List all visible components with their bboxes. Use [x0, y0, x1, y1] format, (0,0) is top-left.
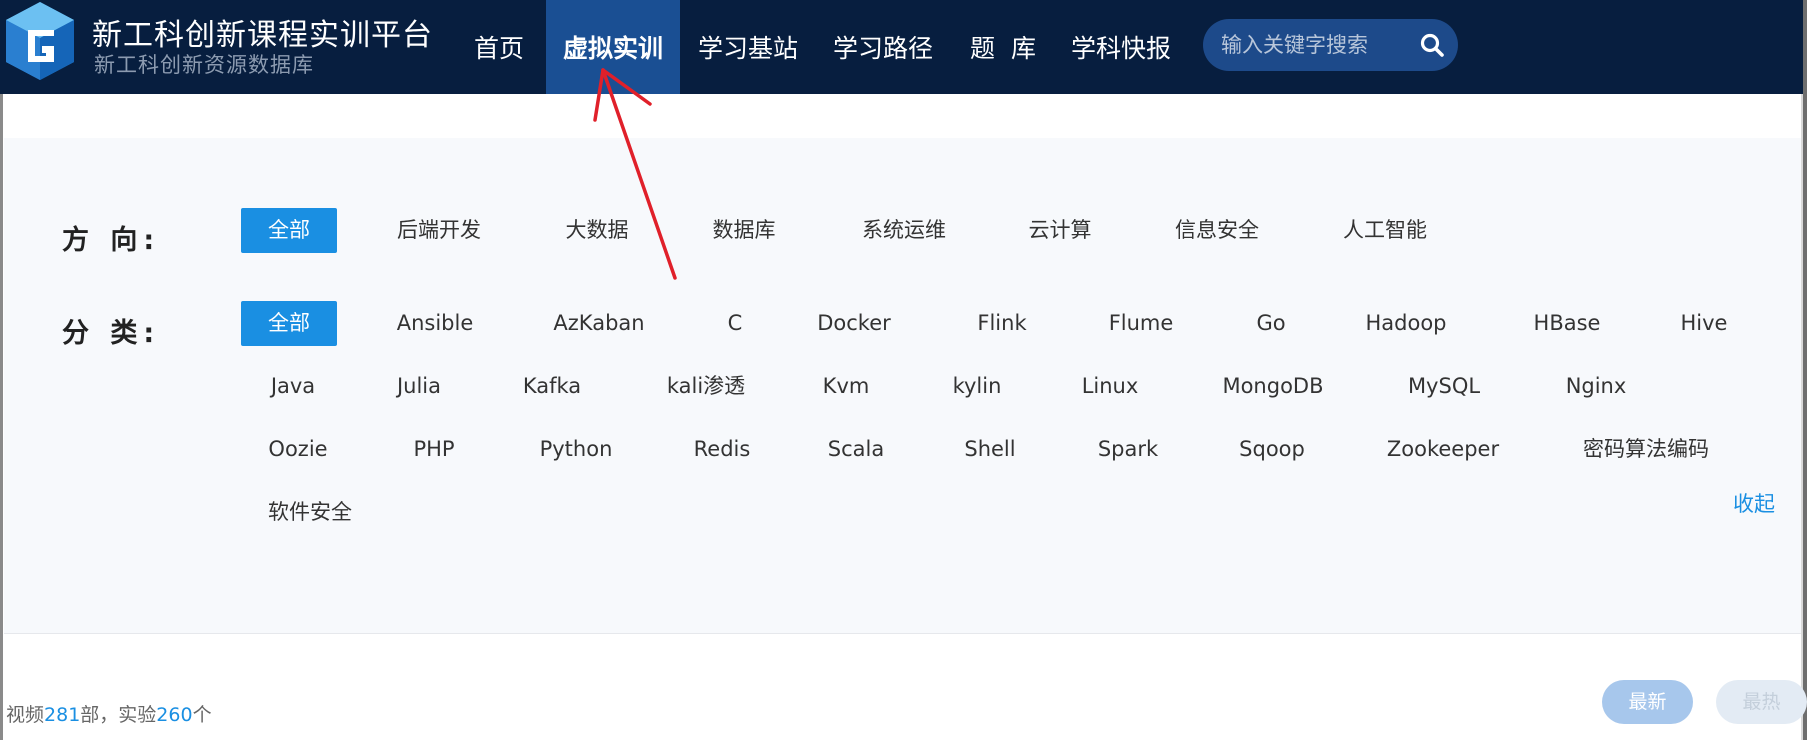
direction-label: 方 向:	[62, 225, 161, 256]
category-tag[interactable]: Hive	[1674, 301, 1734, 346]
direction-tag[interactable]: 数据库	[699, 208, 789, 253]
category-tag[interactable]: Flume	[1094, 301, 1188, 346]
sort-newest-button[interactable]: 最新	[1602, 680, 1693, 724]
search-box	[1203, 19, 1458, 71]
category-tag[interactable]: Flink	[965, 301, 1039, 346]
result-stats: 视频281部，实验260个	[6, 700, 212, 727]
category-tag[interactable]: 密码算法编码	[1578, 427, 1714, 472]
category-tag[interactable]: MySQL	[1398, 364, 1490, 409]
category-tag[interactable]: Julia	[389, 364, 449, 409]
collapse-link[interactable]: 收起	[1733, 488, 1775, 518]
nav-item-learning-path[interactable]: 学习路径	[816, 0, 950, 94]
direction-tag[interactable]: 后端开发	[386, 208, 492, 253]
nav-item-home[interactable]: 首页	[452, 0, 546, 94]
stats-lab-count: 260	[156, 704, 193, 726]
search-icon[interactable]	[1419, 32, 1445, 58]
logo-cube-icon[interactable]	[4, 0, 76, 82]
category-tag[interactable]: HBase	[1520, 301, 1614, 346]
category-tag[interactable]: Ansible	[387, 301, 483, 346]
category-tag[interactable]: Nginx	[1554, 364, 1638, 409]
category-tag[interactable]: Java	[263, 364, 323, 409]
category-tag-all[interactable]: 全部	[241, 301, 337, 346]
filter-panel: 方 向: 全部 后端开发 大数据 数据库 系统运维 云计算 信息安全 人工智能 …	[4, 138, 1801, 634]
category-tag[interactable]: Zookeeper	[1382, 427, 1504, 472]
category-tag[interactable]: PHP	[404, 427, 464, 472]
category-tag[interactable]: Hadoop	[1351, 301, 1461, 346]
nav-item-virtual-training[interactable]: 虚拟实训	[546, 0, 680, 94]
window-left-border	[0, 94, 3, 740]
category-tag[interactable]: Linux	[1073, 364, 1147, 409]
category-tag[interactable]: Kvm	[816, 364, 876, 409]
stats-video-suffix: 部，实验	[80, 704, 157, 726]
category-tag[interactable]: Redis	[689, 427, 755, 472]
stats-lab-suffix: 个	[192, 704, 212, 726]
direction-tag[interactable]: 大数据	[553, 208, 641, 253]
category-tag[interactable]: Oozie	[263, 427, 333, 472]
nav-item-learning-station[interactable]: 学习基站	[680, 0, 816, 94]
category-tag[interactable]: Shell	[960, 427, 1020, 472]
direction-tag[interactable]: 云计算	[1015, 208, 1105, 253]
category-tag[interactable]: Spark	[1092, 427, 1164, 472]
category-tag[interactable]: Go	[1242, 301, 1300, 346]
category-tag[interactable]: Python	[534, 427, 618, 472]
category-tag[interactable]: AzKaban	[544, 301, 654, 346]
direction-tag-all[interactable]: 全部	[241, 208, 337, 253]
brand-subtitle: 新工科创新资源数据库	[94, 53, 314, 77]
category-tag[interactable]: Docker	[805, 301, 903, 346]
category-tag[interactable]: kali渗透	[658, 364, 754, 409]
category-tag[interactable]: Scala	[824, 427, 888, 472]
category-tag[interactable]: kylin	[946, 364, 1008, 409]
main-nav: 首页 虚拟实训 学习基站 学习路径 题 库 学科快报	[452, 0, 1186, 94]
category-tag[interactable]: 软件安全	[263, 490, 357, 535]
top-header: 新工科创新课程实训平台 新工科创新资源数据库 首页 虚拟实训 学习基站 学习路径…	[0, 0, 1807, 94]
brand-title: 新工科创新课程实训平台	[92, 18, 433, 53]
category-label: 分 类:	[62, 318, 161, 349]
stats-video-prefix: 视频	[6, 704, 45, 726]
stats-video-count: 281	[44, 704, 81, 726]
category-tag[interactable]: MongoDB	[1213, 364, 1333, 409]
sort-hottest-button[interactable]: 最热	[1716, 680, 1807, 724]
direction-tag[interactable]: 人工智能	[1330, 208, 1440, 253]
direction-tag[interactable]: 系统运维	[854, 208, 954, 253]
direction-tag[interactable]: 信息安全	[1164, 208, 1270, 253]
category-tag[interactable]: Kafka	[517, 364, 587, 409]
category-tag[interactable]: Sqoop	[1234, 427, 1310, 472]
nav-item-question-bank[interactable]: 题 库	[950, 0, 1056, 94]
window-right-border	[1803, 0, 1807, 740]
category-tag[interactable]: C	[710, 301, 760, 346]
search-input[interactable]	[1221, 29, 1401, 61]
nav-item-discipline-news[interactable]: 学科快报	[1056, 0, 1186, 94]
